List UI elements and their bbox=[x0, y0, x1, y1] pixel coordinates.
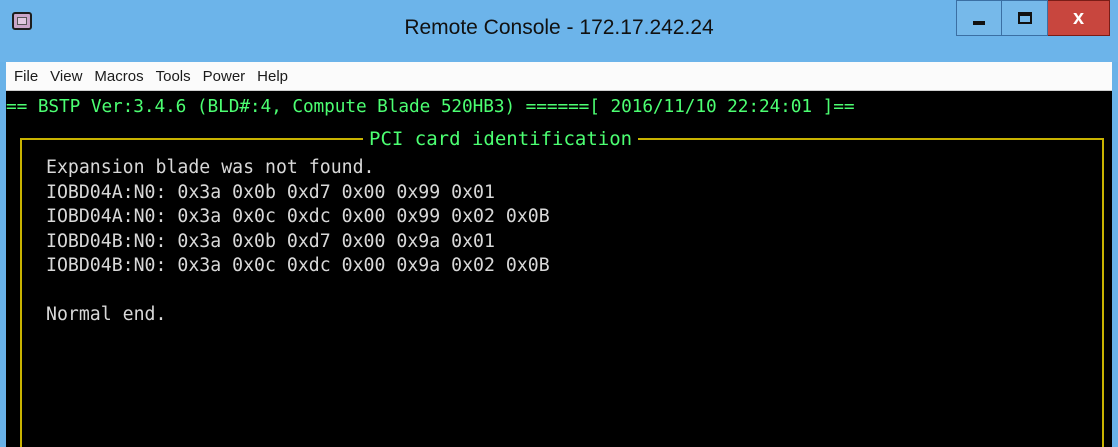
menu-tools[interactable]: Tools bbox=[150, 68, 197, 85]
close-icon: x bbox=[1072, 7, 1085, 29]
minimize-button[interactable] bbox=[956, 0, 1002, 36]
window-title: Remote Console - 172.17.242.24 bbox=[404, 16, 714, 39]
console-line: Normal end. bbox=[46, 304, 167, 325]
minimize-icon bbox=[973, 21, 985, 25]
menu-macros[interactable]: Macros bbox=[88, 68, 149, 85]
menu-help[interactable]: Help bbox=[251, 68, 294, 85]
console-line: IOBD04B:N0: 0x3a 0x0b 0xd7 0x00 0x9a 0x0… bbox=[46, 230, 495, 252]
window-controls: x bbox=[956, 0, 1110, 37]
console-screen[interactable]: == BSTP Ver:3.4.6 (BLD#:4, Compute Blade… bbox=[6, 91, 1112, 447]
maximize-button[interactable] bbox=[1002, 0, 1048, 36]
menu-file[interactable]: File bbox=[6, 68, 44, 85]
menu-bar: File View Macros Tools Power Help bbox=[6, 62, 1112, 91]
menu-power[interactable]: Power bbox=[197, 68, 252, 85]
panel-title: PCI card identification bbox=[363, 128, 639, 150]
console-output: Expansion blade was not found. IOBD04A:N… bbox=[46, 156, 550, 328]
console-line: IOBD04B:N0: 0x3a 0x0c 0xdc 0x00 0x9a 0x0… bbox=[46, 255, 550, 276]
console-line: Expansion blade was not found. bbox=[46, 157, 375, 178]
title-bar[interactable]: Remote Console - 172.17.242.24 x bbox=[0, 0, 1118, 62]
remote-console-window: Remote Console - 172.17.242.24 x File Vi… bbox=[0, 0, 1118, 447]
console-line: IOBD04A:N0: 0x3a 0x0b 0xd7 0x00 0x99 0x0… bbox=[46, 181, 495, 203]
menu-view[interactable]: View bbox=[44, 68, 88, 85]
console-status-line: == BSTP Ver:3.4.6 (BLD#:4, Compute Blade… bbox=[6, 96, 855, 117]
console-line: IOBD04A:N0: 0x3a 0x0c 0xdc 0x00 0x99 0x0… bbox=[46, 206, 550, 227]
maximize-icon bbox=[1017, 12, 1032, 24]
close-button[interactable]: x bbox=[1048, 0, 1110, 36]
